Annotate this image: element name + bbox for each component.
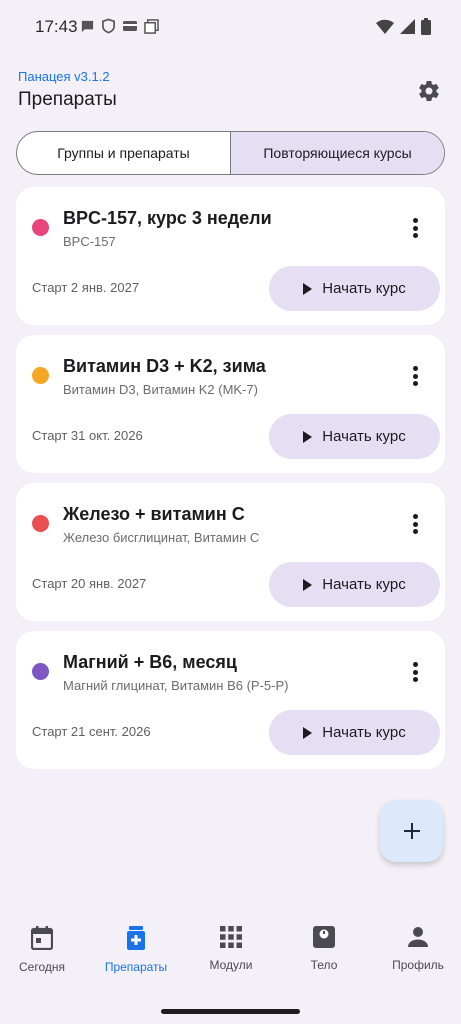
- course-subtitle: Магний глицинат, Витамин B6 (P-5-P): [63, 678, 289, 693]
- status-bar: 17:43: [0, 0, 461, 54]
- start-course-label: Начать курс: [322, 576, 406, 593]
- plus-icon: [403, 823, 420, 839]
- start-course-label: Начать курс: [322, 428, 406, 445]
- person-icon: [408, 927, 428, 947]
- nav-label: Тело: [310, 958, 338, 972]
- course-subtitle: Железо бисглицинат, Витамин C: [63, 530, 260, 545]
- status-system: [376, 18, 431, 35]
- more-vert-icon: [412, 662, 418, 667]
- course-title: Магний + B6, месяц: [63, 652, 237, 672]
- color-dot: [32, 367, 49, 384]
- course-start-date: Старт 2 янв. 2027: [32, 280, 140, 295]
- play-icon: [303, 578, 313, 591]
- status-notifications: [80, 18, 159, 34]
- tab-switcher: Группы и препараты Повторяющиеся курсы: [16, 131, 445, 175]
- start-course-button[interactable]: Начать курс: [269, 414, 440, 459]
- bottom-navigation: Сегодня Препараты Модули Тело Профиль: [0, 900, 461, 1024]
- shield-icon: [102, 18, 115, 34]
- course-card[interactable]: Витамин D3 + K2, зима Витамин D3, Витами…: [16, 335, 445, 473]
- course-start-date: Старт 31 окт. 2026: [32, 428, 143, 443]
- chat-bubble-icon: [81, 20, 94, 32]
- nav-item-modules[interactable]: Модули: [185, 926, 277, 972]
- more-menu-button[interactable]: [405, 659, 425, 685]
- app-version: Панацея v3.1.2: [18, 69, 110, 84]
- page-title: Препараты: [18, 89, 117, 110]
- nav-item-profile[interactable]: Профиль: [372, 926, 461, 972]
- nav-label: Препараты: [104, 960, 168, 974]
- copy-icon: [144, 18, 159, 34]
- add-course-button[interactable]: [380, 800, 443, 862]
- course-card[interactable]: Железо + витамин С Железо бисглицинат, В…: [16, 483, 445, 621]
- scale-icon: [313, 926, 335, 948]
- course-card[interactable]: Магний + B6, месяц Магний глицинат, Вита…: [16, 631, 445, 769]
- gear-icon: [419, 80, 439, 102]
- nav-item-today[interactable]: Сегодня: [0, 926, 88, 974]
- more-vert-icon: [412, 218, 418, 223]
- course-subtitle: Витамин D3, Витамин K2 (MK-7): [63, 382, 258, 397]
- course-start-date: Старт 20 янв. 2027: [32, 576, 147, 591]
- color-dot: [32, 663, 49, 680]
- more-vert-icon: [412, 514, 418, 519]
- more-menu-button[interactable]: [405, 215, 425, 241]
- course-title: Железо + витамин С: [63, 504, 245, 524]
- more-vert-icon: [412, 366, 418, 371]
- course-card[interactable]: BPC-157, курс 3 недели BPC-157 Старт 2 я…: [16, 187, 445, 325]
- play-icon: [303, 430, 313, 443]
- settings-button[interactable]: [415, 77, 443, 105]
- grid-icon: [220, 926, 242, 948]
- start-course-label: Начать курс: [322, 280, 406, 297]
- nav-item-medicines[interactable]: Препараты: [90, 926, 182, 974]
- nav-label: Сегодня: [19, 960, 65, 974]
- play-icon: [303, 282, 313, 295]
- tab-recurring-courses[interactable]: Повторяющиеся курсы: [230, 132, 444, 174]
- calendar-icon: [31, 926, 53, 950]
- nav-label: Профиль: [392, 958, 444, 972]
- more-menu-button[interactable]: [405, 363, 425, 389]
- course-start-date: Старт 21 сент. 2026: [32, 724, 151, 739]
- start-course-button[interactable]: Начать курс: [269, 710, 440, 755]
- course-title: Витамин D3 + K2, зима: [63, 356, 266, 376]
- signal-icon: [400, 19, 415, 34]
- course-subtitle: BPC-157: [63, 234, 116, 249]
- course-title: BPC-157, курс 3 недели: [63, 208, 272, 228]
- card-icon: [123, 21, 137, 31]
- home-indicator[interactable]: [161, 1009, 300, 1014]
- start-course-button[interactable]: Начать курс: [269, 562, 440, 607]
- more-menu-button[interactable]: [405, 511, 425, 537]
- nav-item-body[interactable]: Тело: [278, 926, 370, 972]
- color-dot: [32, 219, 49, 236]
- medicine-icon: [127, 926, 145, 950]
- start-course-button[interactable]: Начать курс: [269, 266, 440, 311]
- battery-icon: [421, 18, 431, 35]
- status-time: 17:43: [35, 17, 78, 36]
- tab-groups-and-medicines[interactable]: Группы и препараты: [17, 132, 230, 174]
- start-course-label: Начать курс: [322, 724, 406, 741]
- wifi-icon: [376, 19, 394, 34]
- color-dot: [32, 515, 49, 532]
- play-icon: [303, 726, 313, 739]
- nav-label: Модули: [209, 958, 253, 972]
